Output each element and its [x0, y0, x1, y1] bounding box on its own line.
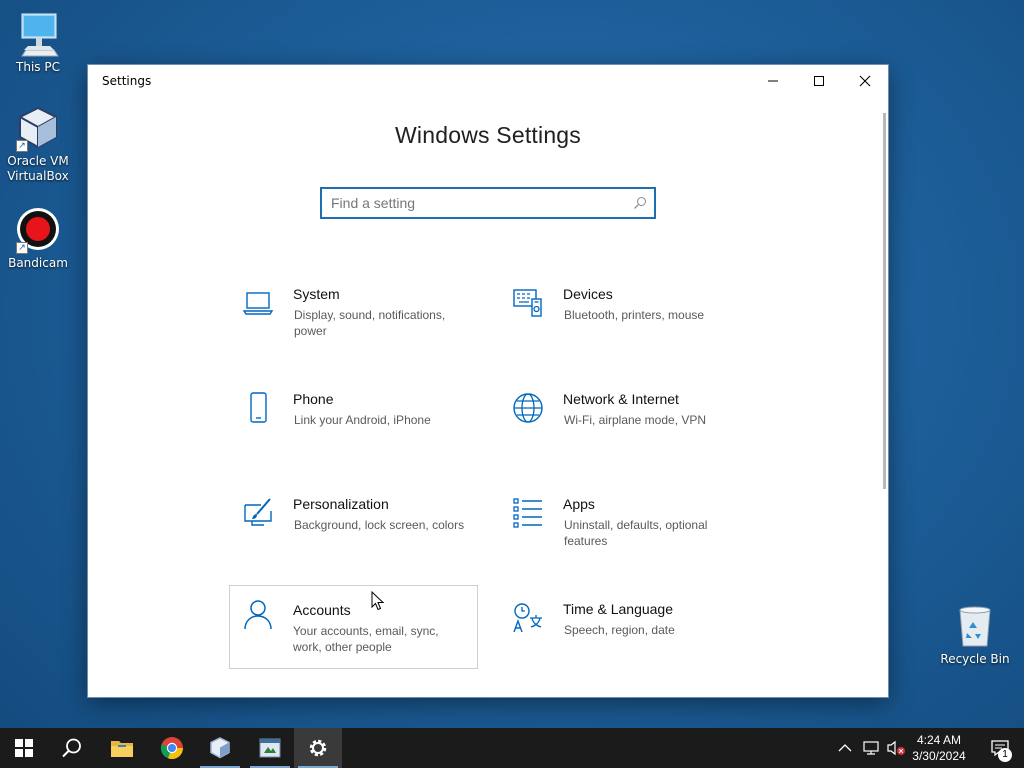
tile-description: Wi-Fi, airplane mode, VPN [564, 413, 707, 427]
tile-title: Network & Internet [563, 391, 679, 407]
tile-description: Background, lock screen, colors [294, 518, 465, 532]
taskbar-clock[interactable]: 4:24 AM 3/30/2024 [906, 732, 972, 764]
tile-title: System [293, 286, 340, 302]
tile-network-internet[interactable]: Network & Internet Wi-Fi, airplane mode,… [500, 390, 750, 474]
tile-description: Speech, region, date [564, 623, 675, 637]
maximize-icon [814, 76, 824, 86]
recycle-bin-icon [951, 602, 999, 650]
tile-time-language[interactable]: Time & Language Speech, region, date [500, 600, 750, 684]
tile-title: Apps [563, 496, 595, 512]
settings-taskbar-button[interactable] [294, 728, 342, 768]
system-tray [838, 728, 906, 768]
desktop-icon-this-pc[interactable]: This PC [2, 10, 74, 75]
tile-devices[interactable]: Devices Bluetooth, printers, mouse [500, 285, 750, 369]
window-title: Settings [102, 74, 152, 88]
app-taskbar-button[interactable] [246, 728, 294, 768]
scrollbar-thumb[interactable] [883, 113, 886, 489]
folder-icon [111, 741, 133, 757]
close-icon [859, 75, 871, 87]
tile-description: Link your Android, iPhone [294, 413, 431, 427]
mouse-cursor-icon [371, 591, 385, 611]
computer-icon [14, 10, 62, 58]
volume-muted-icon[interactable] [886, 740, 906, 756]
tile-title: Devices [563, 286, 613, 302]
laptop-icon [242, 292, 274, 315]
person-icon [244, 600, 272, 630]
settings-window: Settings Windows Settings System Display… [88, 65, 888, 697]
tile-description: Your accounts, email, sync, work, other … [293, 624, 439, 654]
search-icon [62, 738, 81, 758]
virtualbox-icon: ↗ [14, 104, 62, 152]
time-language-icon [513, 603, 542, 633]
virtualbox-taskbar-button[interactable] [196, 728, 244, 768]
tile-description: Display, sound, notifications, power [294, 308, 446, 338]
bandicam-record-icon: ↗ [14, 206, 62, 254]
title-bar[interactable]: Settings [88, 65, 888, 97]
page-title: Windows Settings [395, 122, 581, 148]
globe-icon [513, 393, 543, 423]
desktop-icon-virtualbox[interactable]: ↗ Oracle VM VirtualBox [2, 104, 74, 184]
desktop-icon-recycle-bin[interactable]: Recycle Bin [939, 602, 1011, 667]
search-box[interactable] [320, 187, 656, 219]
tile-apps[interactable]: Apps Uninstall, defaults, optional featu… [500, 495, 750, 579]
shortcut-arrow-icon: ↗ [16, 242, 28, 254]
virtualbox-icon [210, 737, 230, 759]
network-icon[interactable] [862, 740, 880, 756]
tile-phone[interactable]: Phone Link your Android, iPhone [230, 390, 480, 474]
minimize-icon [768, 80, 778, 82]
apps-list-icon [513, 498, 542, 528]
tile-title: Time & Language [563, 601, 673, 617]
start-button[interactable] [0, 728, 48, 768]
phone-icon [250, 392, 267, 423]
tile-title: Phone [293, 391, 334, 407]
close-button[interactable] [842, 65, 888, 97]
chrome-icon [160, 737, 184, 760]
search-button[interactable] [48, 728, 96, 768]
action-center-button[interactable]: 1 [976, 728, 1024, 768]
desktop-icon-label: Recycle Bin [940, 652, 1010, 666]
tile-description: Uninstall, defaults, optional features [564, 518, 708, 548]
desktop-icon-label: Bandicam [8, 256, 68, 270]
taskbar: 4:24 AM 3/30/2024 1 [0, 728, 1024, 768]
desktop-icon-label: This PC [16, 60, 60, 74]
tile-description: Bluetooth, printers, mouse [564, 308, 705, 322]
notification-badge: 1 [998, 748, 1012, 762]
devices-icon [513, 289, 542, 317]
tile-personalization[interactable]: Personalization Background, lock screen,… [230, 495, 480, 579]
desktop-icon-bandicam[interactable]: ↗ Bandicam [2, 206, 74, 271]
shortcut-arrow-icon: ↗ [16, 140, 28, 152]
search-input[interactable] [331, 189, 621, 217]
tile-system[interactable]: System Display, sound, notifications, po… [230, 285, 480, 369]
desktop-icon-label: Oracle VM VirtualBox [7, 154, 69, 183]
chevron-up-icon[interactable] [838, 743, 852, 753]
clock-time: 4:24 AM [916, 733, 962, 747]
windows-logo-icon [15, 739, 33, 757]
clock-date: 3/30/2024 [912, 749, 966, 763]
app-window-icon [259, 738, 281, 758]
tile-title: Personalization [293, 496, 389, 512]
tile-accounts[interactable]: Accounts Your accounts, email, sync, wor… [229, 585, 478, 669]
file-explorer-button[interactable] [98, 728, 146, 768]
maximize-button[interactable] [796, 65, 842, 97]
gear-icon [309, 739, 327, 757]
tile-title: Accounts [293, 602, 351, 618]
search-icon[interactable] [633, 196, 647, 210]
paint-icon [244, 498, 272, 526]
chrome-button[interactable] [148, 728, 196, 768]
minimize-button[interactable] [750, 65, 796, 97]
